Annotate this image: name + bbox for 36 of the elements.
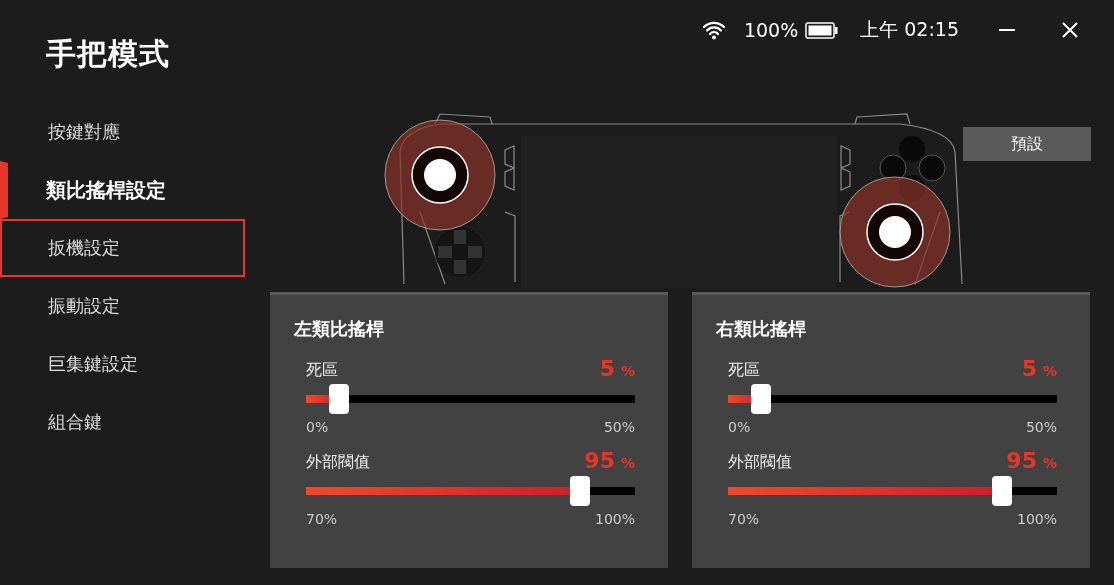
slider-thumb[interactable] <box>992 476 1013 506</box>
range-min: 0% <box>728 419 751 435</box>
sidebar-item[interactable]: 按鍵對應 <box>0 103 245 161</box>
range-max: 50% <box>1025 419 1057 435</box>
preset-button[interactable]: 預設 <box>963 127 1091 161</box>
range-max: 100% <box>594 511 635 527</box>
slider-value: 95 % <box>584 448 635 473</box>
wifi-icon <box>701 20 726 40</box>
slider-label: 死區 <box>728 360 760 381</box>
sidebar-item[interactable]: 巨集鍵設定 <box>0 335 245 393</box>
battery-percent: 100% <box>743 19 799 41</box>
slider-thumb[interactable] <box>328 384 349 414</box>
range-max: 100% <box>1016 511 1057 527</box>
slider-label: 外部閥值 <box>306 452 370 473</box>
range-min: 70% <box>306 511 338 527</box>
panel-title: 右類比搖桿 <box>716 317 807 341</box>
sidebar-item[interactable]: 扳機設定 <box>0 219 245 277</box>
minimize-icon <box>999 29 1015 31</box>
clock-time: 上午 02:15 <box>860 17 959 42</box>
range-max: 50% <box>603 419 635 435</box>
window-title: 手把模式 <box>46 35 171 73</box>
range-min: 0% <box>306 419 329 435</box>
slider-label: 死區 <box>306 360 338 381</box>
panel-title: 左類比搖桿 <box>294 317 385 341</box>
close-icon <box>1062 22 1078 38</box>
sidebar-item[interactable]: 類比搖桿設定 <box>0 161 245 219</box>
sidebar-item[interactable]: 振動設定 <box>0 277 245 335</box>
battery-icon <box>805 21 839 39</box>
slider-value: 5 % <box>1021 356 1057 381</box>
slider-thumb[interactable] <box>570 476 591 506</box>
slider-value: 95 % <box>1006 448 1057 473</box>
sidebar-item[interactable]: 組合鍵 <box>0 393 245 451</box>
slider-value: 5 % <box>599 356 635 381</box>
slider-thumb[interactable] <box>750 384 771 414</box>
range-min: 70% <box>728 511 760 527</box>
slider-label: 外部閥值 <box>728 452 792 473</box>
